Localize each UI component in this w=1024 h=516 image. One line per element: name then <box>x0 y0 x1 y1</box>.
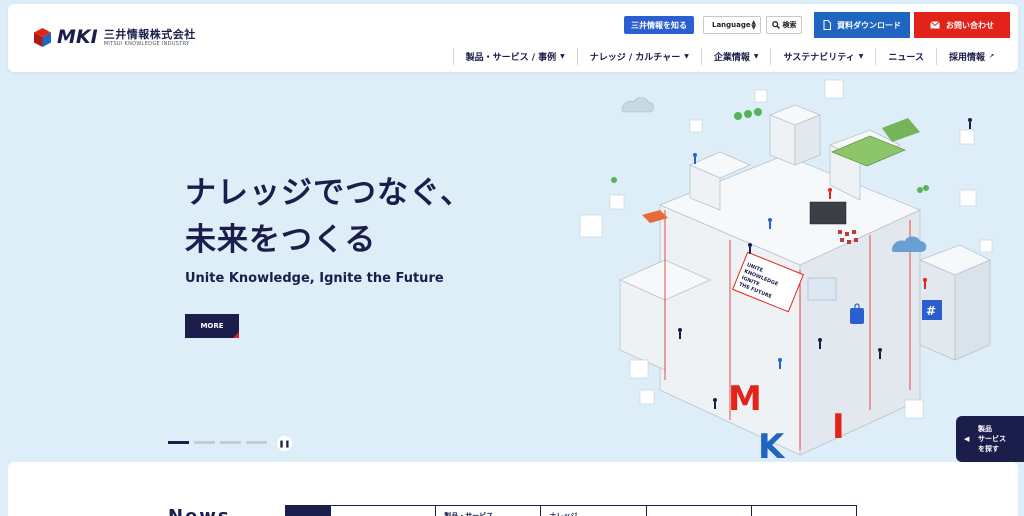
slider-dot-4[interactable] <box>246 441 267 444</box>
download-button[interactable]: 資料ダウンロード <box>814 12 910 38</box>
news-tab-all[interactable] <box>286 506 330 516</box>
pause-button[interactable]: ❚❚ <box>277 436 292 451</box>
company-name-en: MITSUI KNOWLEDGE INDUSTRY <box>103 40 190 47</box>
slider-dot-1[interactable] <box>168 441 189 444</box>
find-products-line1: 製品 <box>978 425 992 433</box>
illustration-letter-k: K <box>758 427 786 463</box>
search-label: 検索 <box>782 21 797 29</box>
more-button[interactable]: MORE <box>185 314 239 338</box>
news-tab-5[interactable] <box>645 506 751 516</box>
contact-label: お問い合わせ <box>946 20 994 30</box>
slider-pagination <box>168 441 267 444</box>
external-link-icon: ↗ <box>988 53 994 60</box>
mki-cube-icon <box>34 28 51 47</box>
nav-item-knowledge[interactable]: ナレッジ / カルチャー ▼ <box>576 48 701 65</box>
hero-illustration: UNITE KNOWLEDGE IGNITE THE FUTURE # M K … <box>579 79 993 463</box>
updown-arrow-icon: ▲ ▼ <box>751 19 756 31</box>
news-filter-tabs: 製品・サービス ナレッジ <box>285 505 857 516</box>
news-heading: News <box>168 506 231 516</box>
find-products-tab[interactable]: ◀ 製品 サービス を探す <box>956 416 1024 462</box>
find-products-line3: を探す <box>978 445 999 453</box>
search-button[interactable]: 検索 <box>766 16 802 34</box>
news-tab-products[interactable]: 製品・サービス <box>435 506 540 516</box>
language-label: Language <box>712 21 751 29</box>
news-tab-6[interactable] <box>750 506 856 516</box>
caret-down-icon: ▼ <box>753 53 759 60</box>
nav-item-products[interactable]: 製品・サービス / 事例 ▼ <box>452 48 577 65</box>
search-icon <box>771 21 780 29</box>
mail-icon <box>930 21 940 29</box>
pause-icon: ❚❚ <box>278 439 291 448</box>
download-label: 資料ダウンロード <box>837 20 901 30</box>
caret-down-icon: ▼ <box>684 53 689 60</box>
document-icon <box>823 20 831 30</box>
hero-subtitle: Unite Knowledge, Ignite the Future <box>185 271 444 286</box>
company-name-jp: 三井情報株式会社 <box>103 27 196 41</box>
svg-text:#: # <box>926 304 936 318</box>
illustration-letter-m: M <box>728 379 762 419</box>
site-logo[interactable]: MKI 三井情報株式会社 MITSUI KNOWLEDGE INDUSTRY <box>34 28 196 47</box>
caret-down-icon: ▼ <box>858 53 864 60</box>
slider-dot-3[interactable] <box>220 441 241 444</box>
nav-item-news[interactable]: ニュース <box>875 48 936 65</box>
hero-title-line2: 未来をつくる <box>185 222 377 258</box>
hero-title-line1: ナレッジでつなぐ、 <box>185 175 473 211</box>
slider-dot-2[interactable] <box>194 441 215 444</box>
site-header: MKI 三井情報株式会社 MITSUI KNOWLEDGE INDUSTRY 三… <box>8 4 1018 72</box>
news-tab-knowledge[interactable]: ナレッジ <box>540 506 645 516</box>
find-products-line2: サービス <box>978 435 1006 443</box>
triangle-left-icon: ◀ <box>964 435 970 443</box>
nav-item-sustainability[interactable]: サステナビリティ ▼ <box>770 48 875 65</box>
nav-item-recruit[interactable]: 採用情報 ↗ <box>935 48 1006 65</box>
about-button[interactable]: 三井情報を知る <box>624 16 694 34</box>
illustration-letter-i: I <box>832 407 845 447</box>
language-select[interactable]: Language ▲ ▼ <box>703 16 761 34</box>
logo-mark: MKI <box>57 26 98 48</box>
main-nav: 製品・サービス / 事例 ▼ ナレッジ / カルチャー ▼ 企業情報 ▼ サステナビリ… <box>452 48 1006 65</box>
caret-down-icon: ▼ <box>560 53 565 60</box>
news-tab-2[interactable] <box>330 506 435 516</box>
nav-item-company[interactable]: 企業情報 ▼ <box>700 48 771 65</box>
hero-title: ナレッジでつなぐ、 未来をつくる <box>185 170 472 264</box>
contact-button[interactable]: お問い合わせ <box>914 12 1010 38</box>
